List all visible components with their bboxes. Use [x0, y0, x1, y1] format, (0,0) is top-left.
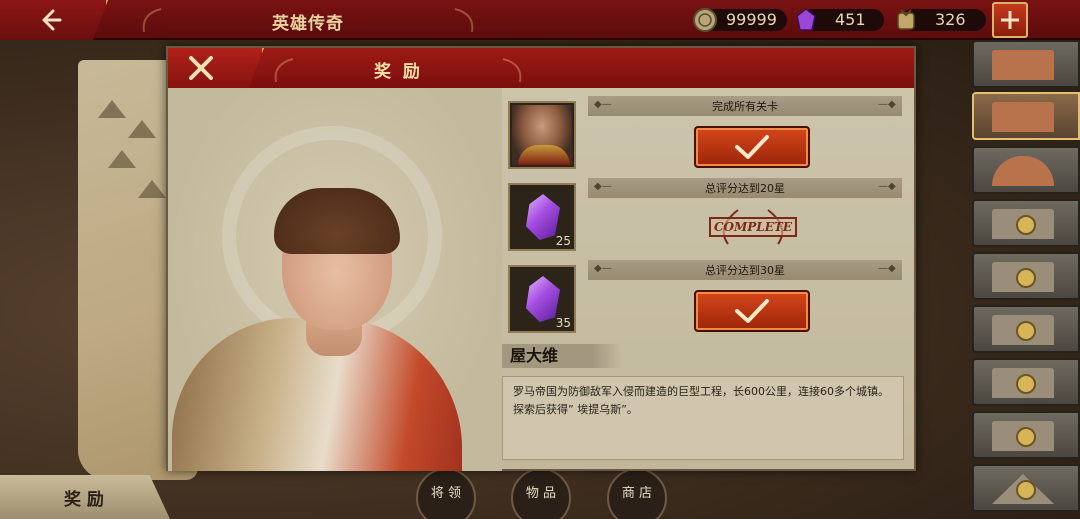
- laurel-icon: [274, 58, 294, 83]
- purple-gem-icon: [796, 8, 816, 31]
- ornament-icon: —◆: [878, 99, 896, 110]
- add-resource-button[interactable]: [992, 2, 1028, 38]
- building-image: [992, 102, 1054, 132]
- reward-row: ◆— 完成所有关卡 —◆: [508, 96, 904, 176]
- medal-icon: [897, 9, 915, 30]
- back-button[interactable]: [0, 0, 108, 40]
- lock-icon: [1016, 268, 1036, 288]
- items-label: 物 品: [525, 486, 557, 501]
- map-mountain: [138, 180, 166, 198]
- reward-condition: ◆— 总评分达到30星 —◆: [588, 260, 902, 280]
- dialog-header: 奖 励: [168, 48, 914, 88]
- reward-tab[interactable]: 奖 励: [0, 475, 170, 519]
- reward-dialog: 奖 励 ◆— 完成所有关卡 —◆ 25 ◆— 总评分达到20星 —◆ COMPL…: [166, 46, 916, 471]
- laurel-icon: [454, 8, 474, 33]
- lock-icon: [1016, 427, 1036, 447]
- laurel-icon: [142, 8, 162, 33]
- map-mountain: [98, 100, 126, 118]
- coin-counter: 99999: [692, 7, 787, 33]
- page-title: 英雄传奇: [272, 14, 344, 34]
- building-thumb-4[interactable]: [972, 199, 1080, 247]
- condition-text: 总评分达到20星: [705, 182, 785, 195]
- lock-icon: [1016, 321, 1036, 341]
- ornament-icon: ◆—: [594, 263, 612, 274]
- hero-name: 屋大维: [502, 344, 622, 368]
- ornament-icon: —◆: [878, 181, 896, 192]
- item-quantity: 25: [555, 234, 571, 248]
- plus-icon: [1001, 11, 1019, 29]
- generals-label: 将 领: [430, 486, 462, 501]
- reward-row: 35 ◆— 总评分达到30星 —◆: [508, 260, 904, 340]
- ornament-icon: ◆—: [594, 181, 612, 192]
- reward-item-hero[interactable]: [508, 101, 576, 169]
- hero-description: 罗马帝国为防御敌军入侵而建造的巨型工程，长600公里，连接60多个城镇。探索后获…: [502, 376, 904, 460]
- items-nav-button[interactable]: 物 品: [508, 468, 574, 519]
- checkmark-icon: [735, 299, 769, 323]
- condition-text: 完成所有关卡: [712, 100, 778, 113]
- claim-button[interactable]: [694, 126, 810, 168]
- top-bar: 英雄传奇 99999 451 326: [0, 0, 1080, 40]
- reward-condition: ◆— 总评分达到20星 —◆: [588, 178, 902, 198]
- reward-row: 25 ◆— 总评分达到20星 —◆ COMPLETE: [508, 178, 904, 258]
- hero-portrait-icon: [512, 105, 572, 165]
- lock-icon: [1016, 480, 1036, 500]
- complete-label: COMPLETE: [709, 217, 797, 237]
- map-mountain: [128, 120, 156, 138]
- building-thumb-1[interactable]: [972, 40, 1080, 88]
- close-button[interactable]: [168, 48, 264, 88]
- hero-portrait-area: [168, 88, 502, 471]
- ornament-icon: —◆: [878, 263, 896, 274]
- laurel-icon: [502, 58, 522, 83]
- claim-button[interactable]: [694, 290, 810, 332]
- building-image: [992, 156, 1054, 186]
- ornament-icon: ◆—: [594, 99, 612, 110]
- lock-icon: [1016, 374, 1036, 394]
- building-thumb-3[interactable]: [972, 146, 1080, 194]
- close-icon: [189, 56, 213, 80]
- item-quantity: 35: [555, 316, 571, 330]
- shop-label: 商 店: [621, 486, 653, 501]
- reward-item-crystal[interactable]: 25: [508, 183, 576, 251]
- complete-stamp: COMPLETE: [708, 202, 798, 252]
- medal-counter: 326: [893, 7, 986, 33]
- dialog-title: 奖 励: [374, 62, 423, 82]
- building-thumb-6[interactable]: [972, 305, 1080, 353]
- checkmark-icon: [735, 135, 769, 159]
- map-mountain: [108, 150, 136, 168]
- building-thumb-5[interactable]: [972, 252, 1080, 300]
- generals-nav-button[interactable]: 将 领: [413, 468, 479, 519]
- coin-icon: [693, 8, 717, 32]
- reward-condition: ◆— 完成所有关卡 —◆: [588, 96, 902, 116]
- building-thumb-2[interactable]: [972, 92, 1080, 140]
- lock-icon: [1016, 215, 1036, 235]
- building-image: [992, 50, 1054, 80]
- condition-text: 总评分达到30星: [705, 264, 785, 277]
- building-thumb-9[interactable]: [972, 464, 1080, 512]
- shop-nav-button[interactable]: 商 店: [604, 468, 670, 519]
- building-thumb-7[interactable]: [972, 358, 1080, 406]
- back-arrow-icon: [42, 9, 62, 31]
- reward-item-crystal[interactable]: 35: [508, 265, 576, 333]
- gem-counter: 451: [793, 7, 884, 33]
- building-thumb-8[interactable]: [972, 411, 1080, 459]
